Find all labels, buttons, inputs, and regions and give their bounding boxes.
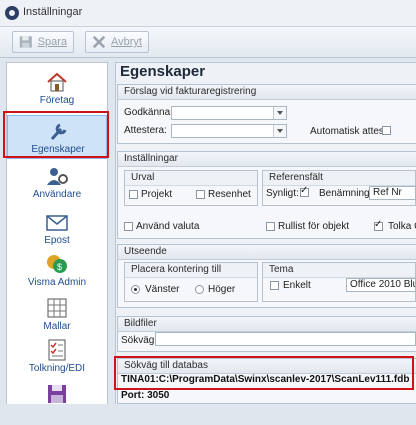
floppy-icon	[48, 385, 66, 403]
resenhet-checkbox[interactable]	[196, 190, 205, 199]
projekt-label: Projekt	[141, 189, 173, 200]
window-title: Inställningar	[23, 6, 83, 18]
highlight-box-databas	[114, 356, 414, 390]
group-title: Tema	[263, 263, 415, 278]
tolka-label: Tolka Q	[388, 221, 416, 232]
group-kontering: Placera kontering till	[124, 262, 258, 302]
sidebar-item-anvandare[interactable]: Användare	[7, 161, 107, 207]
sidebar-item-label: Mallar	[43, 321, 71, 332]
anvand-valuta-checkbox[interactable]	[124, 222, 133, 231]
benamning-input[interactable]: Ref Nr	[369, 186, 416, 200]
table-icon	[47, 298, 67, 318]
save-label: Spara	[37, 36, 67, 48]
section-title: Förslag vid fakturaregistrering	[118, 85, 416, 100]
close-icon	[92, 35, 106, 49]
database-port: Port: 3050	[121, 390, 170, 401]
svg-text:$: $	[57, 262, 62, 272]
theme-select[interactable]: Office 2010 Blue	[346, 278, 416, 292]
hoger-label: Höger	[208, 284, 236, 295]
sidebar-item-label: Företag	[39, 95, 75, 106]
sidebar-item-label: Visma Admin	[27, 277, 87, 288]
synligt-checkbox[interactable]	[300, 185, 309, 197]
coins-icon: $	[47, 255, 67, 273]
enkelt-label: Enkelt	[283, 280, 311, 291]
sidebar-item-foretag[interactable]: Företag	[7, 67, 107, 113]
sidebar-item-label: Användare	[32, 189, 82, 200]
app-logo-icon	[5, 6, 19, 20]
section-title: Inställningar	[118, 152, 416, 167]
section-title: Bildfiler	[118, 317, 416, 332]
group-urval: Urval	[124, 170, 258, 206]
vanster-radio[interactable]	[131, 285, 140, 294]
checklist-icon	[48, 339, 66, 361]
vanster-label: Vänster	[145, 284, 180, 295]
mail-icon	[46, 215, 68, 231]
group-title: Placera kontering till	[125, 263, 257, 278]
sokvag-label: Sökväg:	[121, 335, 158, 346]
attestera-combo[interactable]	[171, 124, 287, 138]
cancel-button[interactable]: Avbryt	[85, 31, 149, 53]
resenhet-label: Resenhet	[208, 189, 251, 200]
tolka-checkbox[interactable]	[374, 219, 383, 231]
projekt-checkbox[interactable]	[129, 190, 138, 199]
sidebar-item-tolkning-edi[interactable]: Tolkning/EDI	[7, 335, 107, 381]
rullist-label: Rullist för objekt	[278, 221, 350, 232]
godkanna-combo[interactable]	[171, 106, 287, 120]
synligt-label: Synligt:	[266, 188, 299, 199]
title-bar: Inställningar	[0, 0, 416, 27]
sidebar-item-epost[interactable]: Epost	[7, 207, 107, 253]
cancel-label: Avbryt	[111, 36, 142, 48]
sidebar-item-mallar[interactable]: Mallar	[7, 293, 107, 339]
sokvag-input[interactable]	[155, 332, 416, 346]
chevron-down-icon[interactable]	[273, 125, 286, 137]
anvand-valuta-label: Använd valuta	[136, 221, 200, 232]
auto-attest-label: Automatisk attest	[310, 126, 387, 137]
group-title: Urval	[125, 171, 257, 186]
sidebar-item-visma-admin[interactable]: $ Visma Admin	[7, 249, 107, 295]
auto-attest-checkbox[interactable]	[382, 126, 391, 135]
godkanna-label: Godkänna:	[124, 107, 173, 118]
sidebar-item-label: Tolkning/EDI	[28, 363, 86, 374]
house-icon	[47, 72, 67, 92]
sidebar-item-save[interactable]	[7, 379, 107, 425]
rullist-checkbox[interactable]	[266, 222, 275, 231]
enkelt-checkbox[interactable]	[270, 281, 279, 290]
page-title: Egenskaper	[120, 63, 206, 80]
save-button[interactable]: Spara	[12, 31, 74, 53]
benamning-label: Benämning:	[319, 188, 373, 199]
hoger-radio[interactable]	[195, 285, 204, 294]
toolbar: Spara Avbryt	[0, 27, 416, 58]
floppy-icon	[19, 36, 32, 48]
users-gear-icon	[47, 168, 68, 185]
chevron-down-icon[interactable]	[273, 107, 286, 119]
attestera-label: Attestera:	[124, 125, 167, 136]
section-title: Utseende	[118, 245, 416, 260]
group-title: Referensfält	[263, 171, 415, 186]
highlight-box-sidebar	[3, 111, 109, 158]
sidebar-item-label: Epost	[44, 235, 70, 246]
